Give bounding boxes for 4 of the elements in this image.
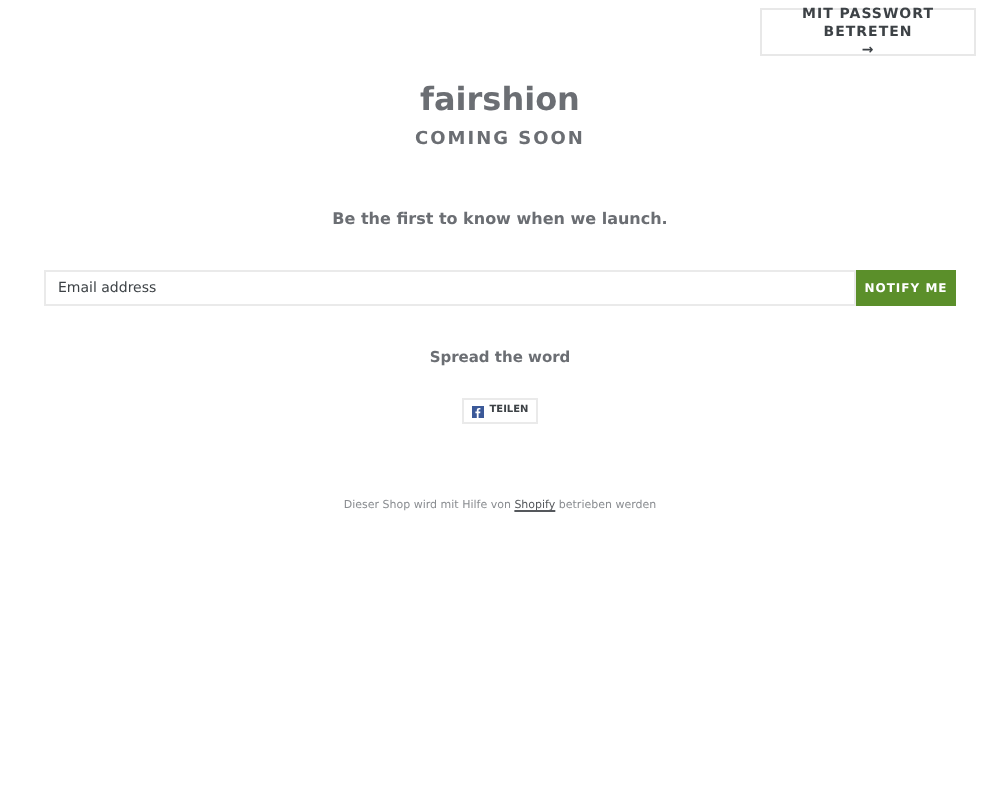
coming-soon-subtitle: COMING SOON	[415, 128, 585, 152]
tagline: Be the first to know when we launch.	[332, 210, 668, 230]
shop-title: fairshion	[420, 80, 580, 120]
facebook-icon	[471, 405, 484, 417]
